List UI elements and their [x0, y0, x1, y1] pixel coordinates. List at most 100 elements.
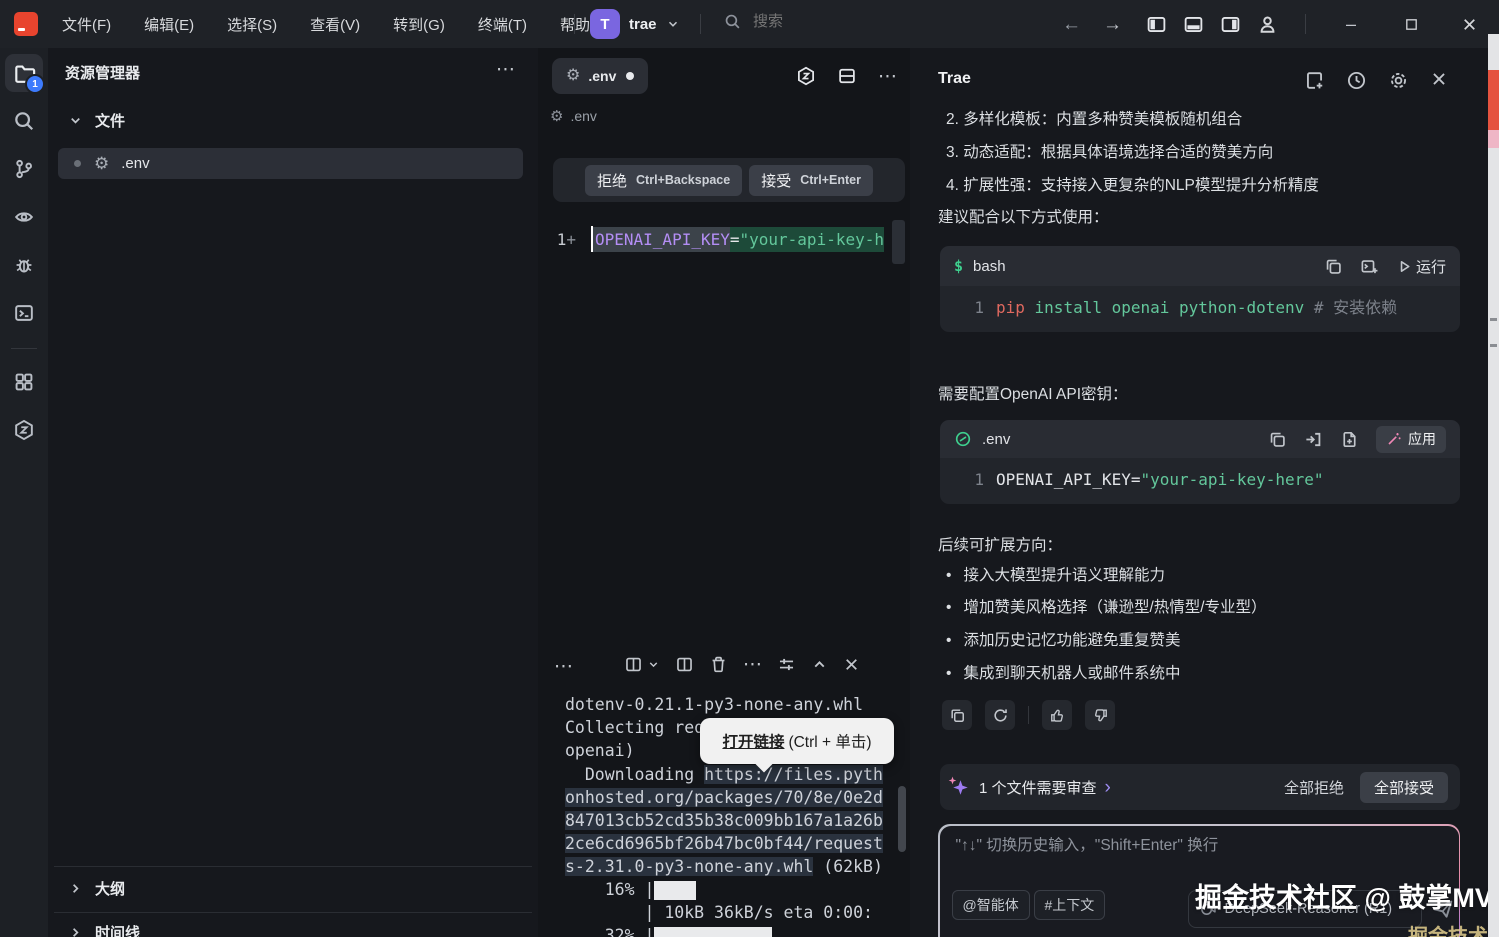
- sliders-icon[interactable]: [777, 655, 796, 674]
- insert-terminal-icon[interactable]: [1360, 257, 1379, 276]
- split-terminal-icon[interactable]: [675, 655, 694, 674]
- trae-ai-icon[interactable]: [796, 66, 816, 86]
- trash-icon[interactable]: [709, 655, 728, 674]
- breadcrumb[interactable]: ⚙ .env: [550, 108, 597, 124]
- editor-actions: ⋯: [796, 66, 897, 86]
- chat-input[interactable]: [954, 836, 1438, 856]
- menu-file[interactable]: 文件(F): [52, 10, 121, 39]
- toggle-left-panel-icon[interactable]: [1146, 14, 1167, 35]
- reject-all-button[interactable]: 全部拒绝: [1284, 777, 1344, 798]
- settings-gear-icon[interactable]: [1388, 70, 1409, 91]
- terminal-link[interactable]: s-2.31.0-py3-none-any.whl: [565, 857, 813, 876]
- tooltip-link-text[interactable]: 打开链接: [722, 730, 784, 752]
- unsaved-dot-icon: [626, 72, 634, 80]
- chevron-down-icon: [68, 113, 83, 128]
- terminal-panel: ⋯ ⋯ dotenv-0.21.1-py3-none-any.whl Colle…: [538, 645, 910, 937]
- project-switcher[interactable]: T trae: [590, 9, 680, 39]
- terminal-more-icon[interactable]: ⋯: [743, 655, 762, 674]
- close-window-button[interactable]: [1446, 0, 1492, 48]
- terminal-link[interactable]: 847013cb52cd35b38c009bb167a1a26b: [565, 811, 883, 830]
- global-search[interactable]: [724, 12, 935, 31]
- terminal-link[interactable]: 2ce6cd6965bf26b47bc0bf44/request: [565, 834, 883, 853]
- maximize-button[interactable]: [1388, 0, 1434, 48]
- activity-search[interactable]: [5, 102, 43, 140]
- forward-arrow-icon[interactable]: →: [1103, 15, 1122, 34]
- new-terminal-icon[interactable]: [624, 655, 643, 674]
- close-panel-icon[interactable]: [1430, 70, 1448, 91]
- reject-button[interactable]: 拒绝 Ctrl+Backspace: [585, 165, 742, 196]
- grid-icon: [13, 371, 35, 393]
- line-number: 1: [940, 296, 984, 320]
- split-editor-icon[interactable]: [837, 66, 857, 86]
- accept-all-button[interactable]: 全部接受: [1360, 772, 1448, 803]
- search-input[interactable]: [751, 12, 935, 31]
- terminal-scrollbar[interactable]: [898, 786, 906, 852]
- context-chip[interactable]: #上下文: [1034, 890, 1106, 920]
- terminal-link[interactable]: https://files.pyth: [704, 765, 883, 784]
- agent-chip[interactable]: @智能体: [952, 890, 1030, 920]
- outline-section-header[interactable]: 大纲: [68, 878, 125, 899]
- activity-terminal[interactable]: [5, 294, 43, 332]
- copy-icon[interactable]: [1268, 430, 1287, 449]
- terminal-link[interactable]: onhosted.org/packages/70/8e/0e2d: [565, 788, 883, 807]
- modified-dot-icon: [74, 160, 81, 167]
- thumbs-up-button[interactable]: [1042, 700, 1072, 730]
- menu-view[interactable]: 查看(V): [300, 10, 370, 39]
- accept-button[interactable]: 接受 Ctrl+Enter: [749, 165, 873, 196]
- terminal-progress-line: 16% |: [565, 880, 696, 903]
- terminal-line: openai): [565, 741, 635, 764]
- copy-icon[interactable]: [1324, 257, 1343, 276]
- chevron-right-icon[interactable]: ›: [1105, 778, 1111, 797]
- editor-scrollbar[interactable]: [892, 220, 905, 264]
- minimize-button[interactable]: –: [1328, 0, 1374, 48]
- file-row-env[interactable]: ⚙ .env: [58, 148, 523, 179]
- refresh-icon: [992, 707, 1009, 724]
- watermark-partial: 掘金技术社区 @ 鼓掌MVP: [1408, 920, 1499, 937]
- menu-terminal[interactable]: 终端(T): [468, 10, 537, 39]
- review-count-text: 1 个文件需要审查: [979, 777, 1097, 798]
- activity-remote-explorer[interactable]: [5, 198, 43, 236]
- tab-env[interactable]: ⚙ .env: [552, 58, 648, 94]
- activity-explorer[interactable]: 1: [5, 54, 43, 92]
- command-token: pip: [996, 298, 1025, 317]
- insert-code-icon[interactable]: [1304, 430, 1323, 449]
- env-card-header: .env 应用: [940, 420, 1460, 458]
- editor-more-icon[interactable]: ⋯: [878, 67, 897, 86]
- run-button[interactable]: 运行: [1396, 256, 1446, 277]
- search-icon: [724, 13, 741, 30]
- terminal-tabs-more-icon[interactable]: ⋯: [554, 657, 573, 676]
- chevron-down-icon[interactable]: [647, 658, 660, 671]
- close-panel-icon[interactable]: [843, 656, 860, 673]
- progress-bar-32: [654, 927, 772, 937]
- explorer-more-icon[interactable]: ⋯: [496, 60, 515, 79]
- outline-label: 大纲: [95, 878, 125, 899]
- activity-source-control[interactable]: [5, 150, 43, 188]
- titlebar: 文件(F) 编辑(E) 选择(S) 查看(V) 转到(G) 终端(T) 帮助(H…: [0, 0, 1499, 48]
- divider: [54, 866, 532, 867]
- back-arrow-icon[interactable]: ←: [1062, 15, 1081, 34]
- activity-debug[interactable]: [5, 246, 43, 284]
- code-line-1[interactable]: 1+ OPENAI_API_KEY="your-api-key-h: [538, 224, 884, 254]
- menu-selection[interactable]: 选择(S): [217, 10, 287, 39]
- menu-goto[interactable]: 转到(G): [383, 10, 455, 39]
- files-section-header[interactable]: 文件: [68, 110, 125, 131]
- account-icon[interactable]: [1257, 14, 1278, 35]
- toggle-right-panel-icon[interactable]: [1220, 14, 1241, 35]
- timeline-section-header[interactable]: 时间线: [68, 922, 140, 937]
- activity-extensions[interactable]: [5, 363, 43, 401]
- regenerate-button[interactable]: [985, 700, 1015, 730]
- review-bar: 1 个文件需要审查 › 全部拒绝 全部接受: [940, 764, 1460, 810]
- apply-button[interactable]: 应用: [1376, 426, 1446, 453]
- collapse-panel-icon[interactable]: [811, 656, 828, 673]
- page-scrollbar[interactable]: [1488, 34, 1499, 937]
- menu-edit[interactable]: 编辑(E): [134, 10, 204, 39]
- trae-ai-panel: Trae 2. 多样化模板：内置多种赞美模板随机组合 3. 动态适配：根据具体语…: [910, 48, 1488, 937]
- env-card-body: 1OPENAI_API_KEY="your-api-key-here": [940, 458, 1460, 504]
- history-icon[interactable]: [1346, 70, 1367, 91]
- thumbs-down-button[interactable]: [1085, 700, 1115, 730]
- create-file-icon[interactable]: [1340, 430, 1359, 449]
- new-chat-icon[interactable]: [1304, 70, 1325, 91]
- toggle-bottom-panel-icon[interactable]: [1183, 14, 1204, 35]
- activity-trae-ai[interactable]: [5, 411, 43, 449]
- copy-message-button[interactable]: [942, 700, 972, 730]
